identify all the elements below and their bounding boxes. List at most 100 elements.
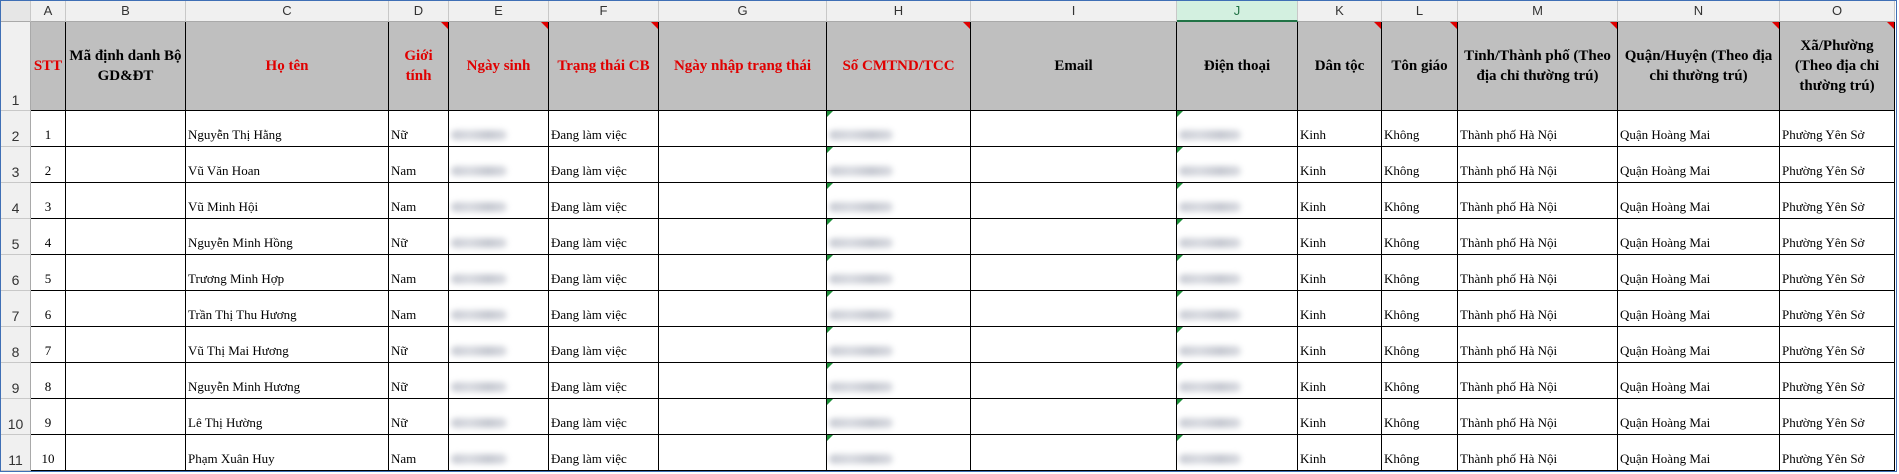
header-cell-b[interactable]: Mã định danh Bộ GD&ĐT [66,22,186,111]
cell-o7[interactable]: Phường Yên Sở [1780,291,1895,327]
cell-d10[interactable]: Nữ [389,399,449,435]
cell-k5[interactable]: Kinh [1298,219,1382,255]
cell-l7[interactable]: Không [1382,291,1458,327]
column-header-n[interactable]: N [1618,1,1780,22]
cell-g4[interactable] [659,183,827,219]
cell-n10[interactable]: Quận Hoàng Mai [1618,399,1780,435]
cell-g11[interactable] [659,435,827,471]
cell-o10[interactable]: Phường Yên Sở [1780,399,1895,435]
cell-d7[interactable]: Nam [389,291,449,327]
cell-l4[interactable]: Không [1382,183,1458,219]
cell-o3[interactable]: Phường Yên Sở [1780,147,1895,183]
cell-m6[interactable]: Thành phố Hà Nội [1458,255,1618,291]
column-header-o[interactable]: O [1780,1,1895,22]
cell-o9[interactable]: Phường Yên Sở [1780,363,1895,399]
cell-n5[interactable]: Quận Hoàng Mai [1618,219,1780,255]
cell-j6[interactable] [1177,255,1298,291]
row-header-10[interactable]: 10 [1,399,31,435]
cell-m7[interactable]: Thành phố Hà Nội [1458,291,1618,327]
cell-a7[interactable]: 6 [31,291,66,327]
column-header-h[interactable]: H [827,1,971,22]
column-header-k[interactable]: K [1298,1,1382,22]
cell-j11[interactable] [1177,435,1298,471]
cell-k11[interactable]: Kinh [1298,435,1382,471]
cell-b6[interactable] [66,255,186,291]
cell-f9[interactable]: Đang làm việc [549,363,659,399]
cell-j5[interactable] [1177,219,1298,255]
cell-e4[interactable] [449,183,549,219]
cell-h10[interactable] [827,399,971,435]
cell-h8[interactable] [827,327,971,363]
cell-i11[interactable] [971,435,1177,471]
cell-e6[interactable] [449,255,549,291]
cell-b9[interactable] [66,363,186,399]
cell-o6[interactable]: Phường Yên Sở [1780,255,1895,291]
cell-i9[interactable] [971,363,1177,399]
cell-o11[interactable]: Phường Yên Sở [1780,435,1895,471]
cell-i6[interactable] [971,255,1177,291]
cell-n8[interactable]: Quận Hoàng Mai [1618,327,1780,363]
header-cell-f[interactable]: Trạng thái CB [549,22,659,111]
cell-f7[interactable]: Đang làm việc [549,291,659,327]
header-cell-k[interactable]: Dân tộc [1298,22,1382,111]
cell-d9[interactable]: Nữ [389,363,449,399]
cell-i4[interactable] [971,183,1177,219]
cell-k6[interactable]: Kinh [1298,255,1382,291]
cell-e3[interactable] [449,147,549,183]
cell-m5[interactable]: Thành phố Hà Nội [1458,219,1618,255]
cell-f8[interactable]: Đang làm việc [549,327,659,363]
row-header-1[interactable]: 1 [1,22,31,111]
cell-l8[interactable]: Không [1382,327,1458,363]
cell-b8[interactable] [66,327,186,363]
cell-f10[interactable]: Đang làm việc [549,399,659,435]
header-cell-m[interactable]: Tỉnh/Thành phố (Theo địa chỉ thường trú) [1458,22,1618,111]
cell-h7[interactable] [827,291,971,327]
cell-i5[interactable] [971,219,1177,255]
column-header-j[interactable]: J [1177,1,1298,22]
cell-c5[interactable]: Nguyễn Minh Hồng [186,219,389,255]
cell-c8[interactable]: Vũ Thị Mai Hương [186,327,389,363]
cell-n4[interactable]: Quận Hoàng Mai [1618,183,1780,219]
select-all-corner[interactable] [1,1,31,22]
cell-j9[interactable] [1177,363,1298,399]
cell-j10[interactable] [1177,399,1298,435]
cell-i8[interactable] [971,327,1177,363]
cell-l2[interactable]: Không [1382,111,1458,147]
cell-i7[interactable] [971,291,1177,327]
column-header-d[interactable]: D [389,1,449,22]
cell-e2[interactable] [449,111,549,147]
cell-o4[interactable]: Phường Yên Sở [1780,183,1895,219]
cell-j8[interactable] [1177,327,1298,363]
cell-g3[interactable] [659,147,827,183]
column-header-g[interactable]: G [659,1,827,22]
cell-b3[interactable] [66,147,186,183]
cell-j3[interactable] [1177,147,1298,183]
cell-c3[interactable]: Vũ Văn Hoan [186,147,389,183]
cell-m3[interactable]: Thành phố Hà Nội [1458,147,1618,183]
row-header-6[interactable]: 6 [1,255,31,291]
column-header-f[interactable]: F [549,1,659,22]
cell-o2[interactable]: Phường Yên Sở [1780,111,1895,147]
header-cell-a[interactable]: STT [31,22,66,111]
row-header-11[interactable]: 11 [1,435,31,471]
column-header-l[interactable]: L [1382,1,1458,22]
row-header-2[interactable]: 2 [1,111,31,147]
cell-i2[interactable] [971,111,1177,147]
cell-o5[interactable]: Phường Yên Sở [1780,219,1895,255]
cell-c4[interactable]: Vũ Minh Hội [186,183,389,219]
cell-k3[interactable]: Kinh [1298,147,1382,183]
row-header-7[interactable]: 7 [1,291,31,327]
cell-e5[interactable] [449,219,549,255]
cell-m10[interactable]: Thành phố Hà Nội [1458,399,1618,435]
cell-o8[interactable]: Phường Yên Sở [1780,327,1895,363]
cell-h2[interactable] [827,111,971,147]
cell-k7[interactable]: Kinh [1298,291,1382,327]
cell-h6[interactable] [827,255,971,291]
cell-a6[interactable]: 5 [31,255,66,291]
row-header-8[interactable]: 8 [1,327,31,363]
cell-a2[interactable]: 1 [31,111,66,147]
cell-m2[interactable]: Thành phố Hà Nội [1458,111,1618,147]
cell-f11[interactable]: Đang làm việc [549,435,659,471]
cell-k10[interactable]: Kinh [1298,399,1382,435]
cell-f4[interactable]: Đang làm việc [549,183,659,219]
